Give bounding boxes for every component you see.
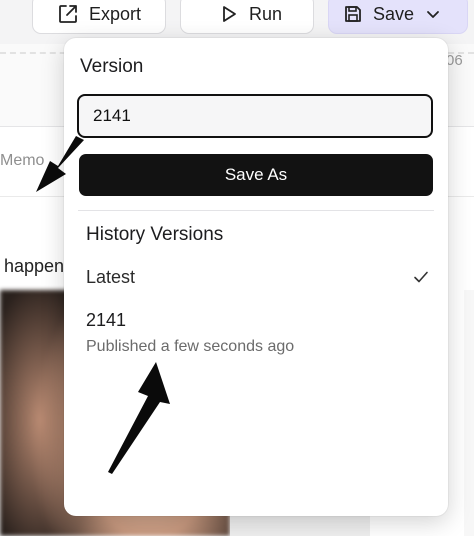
history-item-timestamp: Published a few seconds ago [86,338,295,355]
play-icon [223,6,236,22]
save-as-button[interactable]: Save As [79,154,433,196]
run-button[interactable]: Run [180,0,314,34]
checkmark-icon [414,271,428,283]
version-popover: Version Save As History Versions Latest … [64,38,448,516]
popover-title: Version [80,56,144,77]
run-label: Run [249,3,283,24]
scrollbar-track[interactable] [464,290,474,536]
version-input[interactable] [77,94,433,138]
export-label: Export [89,3,142,24]
background-number: 06 [446,52,463,69]
history-item-latest[interactable]: Latest [78,262,434,296]
save-label: Save [373,3,415,24]
export-button[interactable]: Export [32,0,166,34]
history-item-label: Latest [86,267,136,287]
background-memo-text: Memo [0,152,45,169]
save-button[interactable]: Save [328,0,468,34]
save-disk-icon [345,6,361,22]
chevron-down-icon[interactable] [425,7,441,23]
export-icon [59,5,77,23]
history-versions-heading: History Versions [86,224,224,245]
popover-divider [78,210,434,211]
background-body-text: happen [4,256,65,276]
history-item-label: 2141 [86,310,127,330]
history-item-version[interactable]: 2141 Published a few seconds ago [78,306,434,360]
